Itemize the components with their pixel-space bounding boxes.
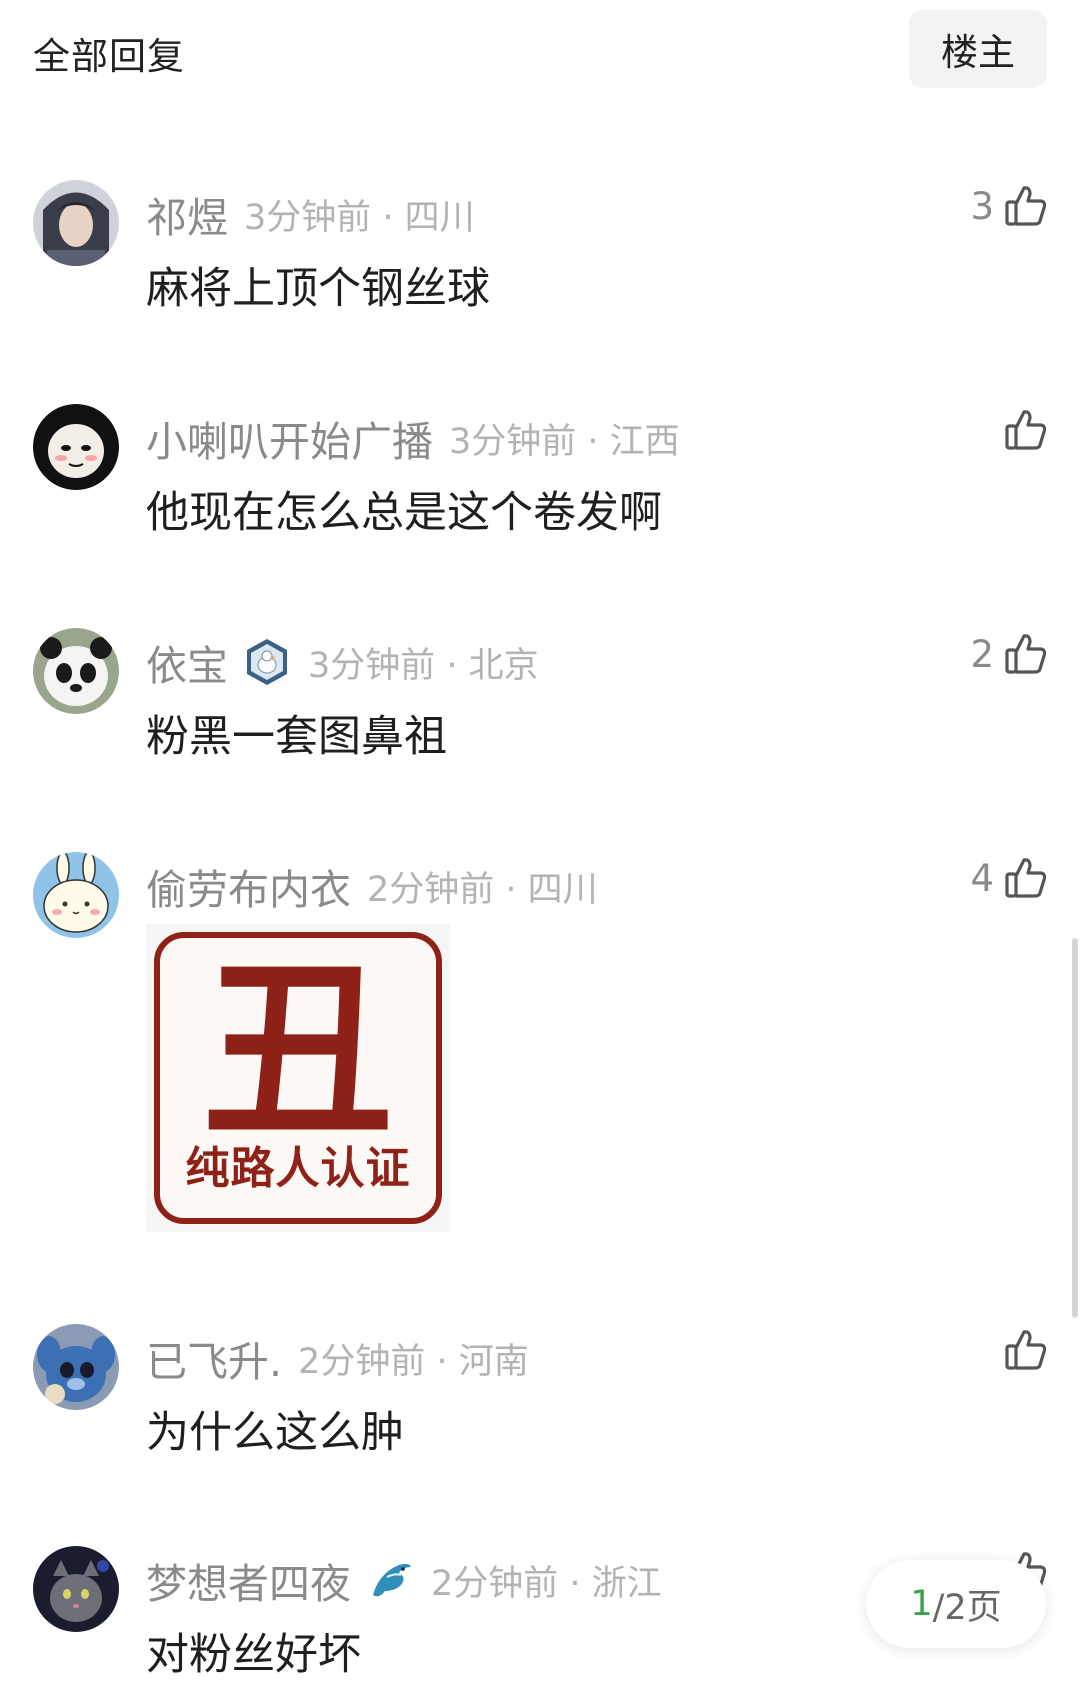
sticker-image[interactable]: 丑 纯路人认证 [146,924,450,1232]
thumbs-up-icon [1005,1330,1047,1370]
thumbs-up-icon [1005,410,1047,450]
like-button[interactable]: 2 [970,630,1050,678]
username[interactable]: 依宝 [146,632,228,692]
time-location: 2分钟前 · 四川 [367,869,598,910]
comment-text: 对粉丝好坏 [146,1630,361,1680]
sticker-stamp: 丑 纯路人认证 [154,932,442,1224]
username[interactable]: 小喇叭开始广播 [146,408,433,468]
comment-text: 麻将上顶个钢丝球 [146,264,490,314]
op-only-filter-button[interactable]: 楼主 [909,10,1047,88]
username[interactable]: 已飞升. [146,1328,282,1388]
time-location: 2分钟前 · 浙江 [431,1563,662,1604]
comment-text: 他现在怎么总是这个卷发啊 [146,488,662,538]
page-indicator-button[interactable]: 1/2页 [866,1560,1046,1648]
like-button[interactable]: 4 [970,854,1050,902]
medal-badge-icon [242,637,292,687]
sticker-big-char: 丑 [202,939,393,1162]
username[interactable]: 祁煜 [146,184,228,244]
avatar[interactable] [33,1546,119,1632]
time-location: 3分钟前 · 江西 [449,421,680,462]
thumbs-up-icon [1005,186,1047,226]
current-page: 1 [910,1584,933,1624]
avatar[interactable] [33,180,119,266]
all-replies-title: 全部回复 [33,35,185,78]
total-pages: /2页 [932,1587,1002,1628]
time-location: 3分钟前 · 北京 [308,645,539,686]
time-location: 3分钟前 · 四川 [244,197,475,238]
avatar[interactable] [33,852,119,938]
comments-header: 全部回复 楼主 [0,0,1080,100]
dolphin-badge-icon [365,1555,415,1605]
comment-text: 粉黑一套图鼻祖 [146,712,447,762]
comment-text: 为什么这么肿 [146,1408,404,1458]
time-location: 2分钟前 · 河南 [298,1341,529,1382]
scrollbar[interactable] [1072,938,1078,1318]
sticker-caption: 纯路人认证 [185,1143,411,1194]
username[interactable]: 梦想者四夜 [146,1550,351,1610]
like-button[interactable] [1002,406,1050,454]
thumbs-up-icon [1005,634,1047,674]
avatar[interactable] [33,404,119,490]
avatar[interactable] [33,628,119,714]
username[interactable]: 偷劳布内衣 [146,856,351,916]
like-count: 2 [970,632,994,676]
like-count: 4 [970,856,994,900]
like-count: 3 [970,184,994,228]
thumbs-up-icon [1005,858,1047,898]
avatar[interactable] [33,1324,119,1410]
like-button[interactable]: 3 [970,182,1050,230]
like-button[interactable] [1002,1326,1050,1374]
